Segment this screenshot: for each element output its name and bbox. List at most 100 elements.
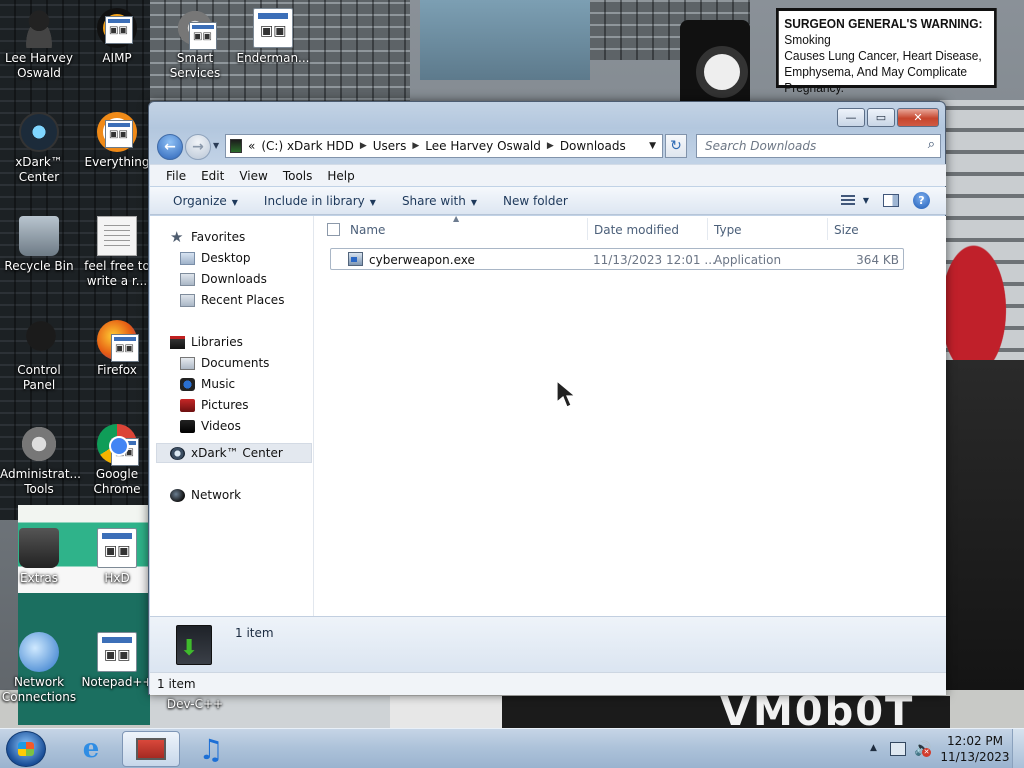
desktop-icon-lee-harvey-oswald[interactable]: Lee Harvey Oswald <box>0 8 78 81</box>
desktop-icon-hxd[interactable]: HxD <box>78 528 156 586</box>
desktop-icon-everything[interactable]: Everything <box>78 112 156 170</box>
menu-edit[interactable]: Edit <box>194 169 232 183</box>
minimize-button[interactable]: — <box>837 108 865 127</box>
breadcrumb-separator-icon[interactable]: ▶ <box>360 141 367 151</box>
organize-button[interactable]: Organize ▼ <box>150 194 251 208</box>
breadcrumb-user[interactable]: Lee Harvey Oswald <box>425 139 541 153</box>
desktop-icon-dev-cpp[interactable]: Dev-C++ <box>156 697 234 713</box>
nav-label: Libraries <box>191 335 243 349</box>
desktop-icon-aimp[interactable]: AIMP <box>78 8 156 66</box>
column-size[interactable]: Size <box>834 223 859 237</box>
address-bar[interactable]: « (C:) xDark HDD ▶ Users ▶ Lee Harvey Os… <box>225 134 663 158</box>
show-hidden-icons-button[interactable]: ▲ <box>870 743 877 753</box>
nav-documents[interactable]: Documents <box>180 356 269 370</box>
desktop-icon-firefox[interactable]: Firefox <box>78 320 156 378</box>
documents-icon <box>180 356 195 370</box>
nav-desktop[interactable]: Desktop <box>180 251 251 265</box>
nav-label: Downloads <box>201 272 267 286</box>
share-with-button[interactable]: Share with ▼ <box>389 194 490 208</box>
back-button[interactable]: ← <box>157 134 183 160</box>
taskbar-internet-explorer[interactable]: e <box>62 731 120 767</box>
explorer-body: ★ Favorites Desktop Downloads Recent Pla… <box>150 214 946 616</box>
breadcrumb-drive[interactable]: (C:) xDark HDD <box>261 139 354 153</box>
search-icon[interactable]: ⌕ <box>928 137 935 152</box>
menu-file[interactable]: File <box>159 169 194 183</box>
column-date-modified[interactable]: Date modified <box>594 223 679 237</box>
network-tray-icon[interactable] <box>890 742 906 756</box>
new-folder-button[interactable]: New folder <box>490 194 581 208</box>
desktop-icon-extras[interactable]: Extras <box>0 528 78 586</box>
help-icon[interactable]: ? <box>913 192 930 209</box>
desktop-icon-administrative-tools[interactable]: Administrat... Tools <box>0 424 81 497</box>
recent-pages-dropdown[interactable]: ▼ <box>213 141 219 150</box>
desktop-icon-notepad-plus-plus[interactable]: Notepad++ <box>78 632 156 690</box>
nav-libraries[interactable]: Libraries <box>170 335 243 349</box>
pictures-icon <box>180 398 195 412</box>
address-dropdown-icon[interactable]: ▼ <box>649 141 656 151</box>
chevron-down-icon: ▼ <box>470 197 477 207</box>
forward-button[interactable]: → <box>185 134 211 160</box>
nav-network[interactable]: Network <box>170 488 241 502</box>
nav-music[interactable]: Music <box>180 377 235 391</box>
breadcrumb-overflow[interactable]: « <box>248 139 255 153</box>
music-note-icon: ♫ <box>198 732 224 766</box>
warning-line3: Emphysema, And May Complicate Pregnancy. <box>784 64 968 95</box>
explorer-window[interactable]: — ▭ ✕ ← → ▼ « (C:) xDark HDD ▶ Users ▶ L… <box>148 101 946 695</box>
refresh-button[interactable]: ↻ <box>665 134 687 158</box>
desktop-icon-enderman[interactable]: Enderman... <box>234 8 312 66</box>
breadcrumb-downloads[interactable]: Downloads <box>560 139 626 153</box>
chevron-down-icon: ▼ <box>862 196 869 205</box>
nav-pictures[interactable]: Pictures <box>180 398 249 412</box>
nav-xdark-center[interactable]: xDark™ Center <box>170 446 283 460</box>
nav-label: Recent Places <box>201 293 285 307</box>
column-type[interactable]: Type <box>714 223 742 237</box>
select-all-checkbox[interactable] <box>327 223 340 236</box>
desktop-icon-network-connections[interactable]: Network Connections <box>0 632 78 705</box>
column-name[interactable]: Name <box>350 223 385 237</box>
start-button[interactable] <box>6 731 46 767</box>
file-list[interactable]: ▲ Name Date modified Type Size cyberweap… <box>315 214 946 616</box>
desktop-icon-google-chrome[interactable]: Google Chrome <box>78 424 156 497</box>
include-in-library-button[interactable]: Include in library ▼ <box>251 194 389 208</box>
menu-view[interactable]: View <box>232 169 275 183</box>
nav-label: Network <box>191 488 242 502</box>
maximize-button[interactable]: ▭ <box>867 108 895 127</box>
nav-recent-places[interactable]: Recent Places <box>180 293 284 307</box>
file-row[interactable]: cyberweapon.exe 11/13/2023 12:01 ... App… <box>330 248 904 270</box>
clock-date: 11/13/2023 <box>940 750 1010 764</box>
nav-videos[interactable]: Videos <box>180 419 241 433</box>
desktop-icon-label: feel free to write a r... <box>84 259 150 288</box>
desktop-icon-label: Firefox <box>97 363 137 377</box>
organize-label: Organize <box>173 193 227 208</box>
desktop-icon-control-panel[interactable]: Control Panel <box>0 320 78 393</box>
taskbar-clock[interactable]: 12:02 PM 11/13/2023 <box>940 733 1010 765</box>
change-view-button[interactable]: ▼ <box>840 194 869 207</box>
taskbar-file-explorer[interactable] <box>122 731 180 767</box>
nav-downloads[interactable]: Downloads <box>180 272 267 286</box>
breadcrumb-separator-icon[interactable]: ▶ <box>547 141 554 151</box>
desktop-icon-feel-free[interactable]: feel free to write a r... <box>78 216 156 289</box>
firefox-icon <box>97 320 139 362</box>
arrow-left-icon: ← <box>164 139 176 155</box>
desktop-icon-label: Lee Harvey Oswald <box>5 51 73 80</box>
desktop-icon-recycle-bin[interactable]: Recycle Bin <box>0 216 78 274</box>
taskbar-media-player[interactable]: ♫ <box>182 731 240 767</box>
desktop-icon-xdark-center[interactable]: xDark™ Center <box>0 112 78 185</box>
column-headers: ▲ Name Date modified Type Size <box>315 214 946 242</box>
wallpaper-text: VM0b0T <box>720 689 915 735</box>
hxd-icon <box>97 528 137 568</box>
breadcrumb-separator-icon[interactable]: ▶ <box>412 141 419 151</box>
chevron-down-icon: ▼ <box>231 197 238 207</box>
menu-help[interactable]: Help <box>320 169 362 183</box>
preview-pane-icon[interactable] <box>883 194 899 207</box>
nav-label: Pictures <box>201 398 249 412</box>
close-button[interactable]: ✕ <box>897 108 939 127</box>
aimp-icon <box>97 8 137 48</box>
desktop-icon-smart-services[interactable]: Smart Services <box>156 8 234 81</box>
show-desktop-button[interactable] <box>1012 729 1024 768</box>
details-view-icon <box>840 194 855 207</box>
breadcrumb-users[interactable]: Users <box>373 139 407 153</box>
nav-favorites[interactable]: ★ Favorites <box>170 229 245 244</box>
menu-tools[interactable]: Tools <box>276 169 321 183</box>
nav-label: Videos <box>201 419 241 433</box>
